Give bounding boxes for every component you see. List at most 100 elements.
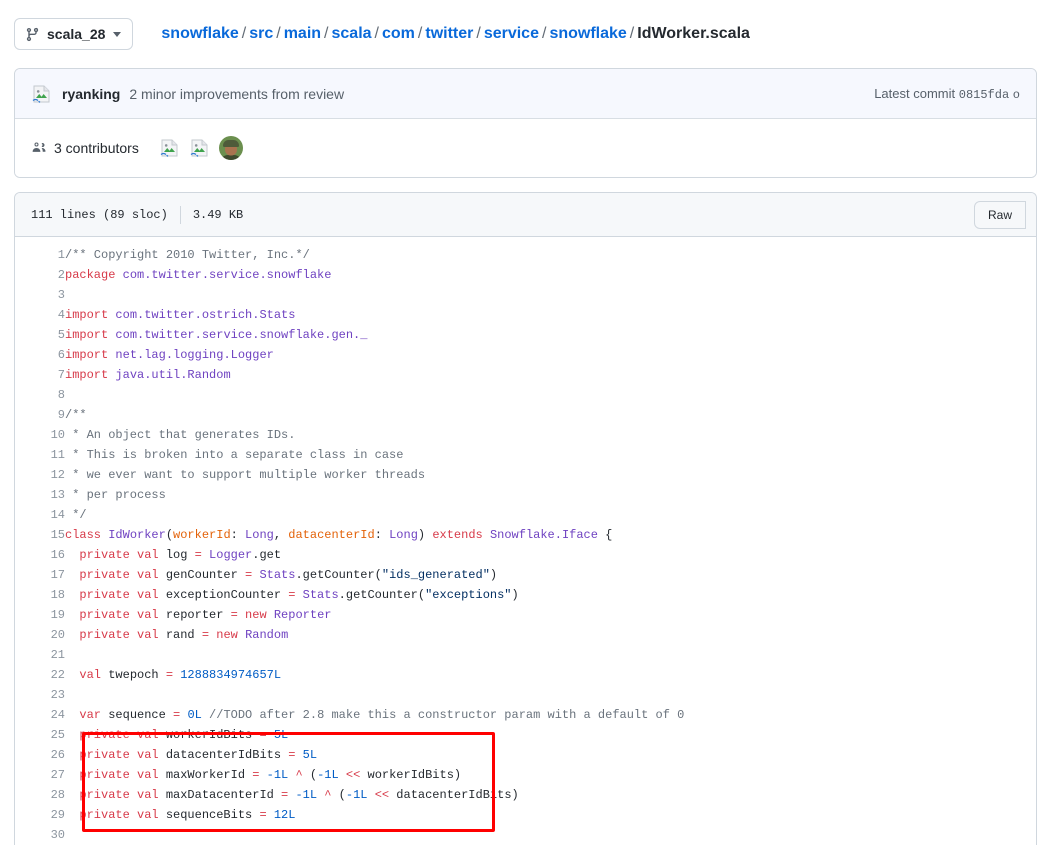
code-token: 12L — [273, 808, 296, 822]
code-token: 5L — [273, 728, 289, 742]
code-token: ) — [489, 568, 498, 582]
code-line: 6 import net.lag.logging.Logger — [15, 345, 1036, 365]
breadcrumb-link-1[interactable]: src — [249, 25, 273, 42]
code-token: { — [597, 528, 613, 542]
file-meta: 111 lines (89 sloc) 3.49 KB — [31, 205, 243, 224]
line-number[interactable]: 8 — [15, 385, 65, 405]
line-content: private val workerIdBits = 5L — [65, 725, 1036, 745]
line-number[interactable]: 3 — [15, 285, 65, 305]
code-token: -1L — [317, 768, 339, 782]
line-number[interactable]: 6 — [15, 345, 65, 365]
code-line: 23 — [15, 685, 1036, 705]
breadcrumb-link-0[interactable]: snowflake — [161, 25, 238, 42]
line-number[interactable]: 23 — [15, 685, 65, 705]
code-token: "exceptions" — [425, 588, 512, 602]
branch-name-label: scala_28 — [47, 26, 106, 42]
breadcrumb-link-6[interactable]: service — [484, 25, 539, 42]
code-line: 16 private val log = Logger.get — [15, 545, 1036, 565]
branch-selector-button[interactable]: scala_28 — [14, 18, 134, 50]
line-content: package com.twitter.service.snowflake — [65, 265, 1036, 285]
code-token: = — [230, 608, 238, 622]
code-token: * per process — [65, 488, 166, 502]
code-token: = — [194, 548, 202, 562]
breadcrumb-current-file: IdWorker.scala — [637, 24, 750, 42]
code-token: = — [259, 728, 267, 742]
code-token: .getCounter( — [338, 588, 426, 602]
line-number[interactable]: 10 — [15, 425, 65, 445]
code-line: 7 import java.util.Random — [15, 365, 1036, 385]
broken-image-icon[interactable] — [189, 137, 211, 159]
line-number[interactable]: 17 — [15, 565, 65, 585]
line-number[interactable]: 19 — [15, 605, 65, 625]
line-number[interactable]: 7 — [15, 365, 65, 385]
line-number[interactable]: 24 — [15, 705, 65, 725]
code-token: workerIdBits) — [360, 768, 462, 782]
broken-image-icon[interactable] — [159, 137, 181, 159]
code-token: reporter — [158, 608, 231, 622]
contributors-link[interactable]: 3 contributors — [31, 139, 139, 158]
breadcrumb-link-5[interactable]: twitter — [425, 25, 473, 42]
line-number[interactable]: 15 — [15, 525, 65, 545]
line-content: val twepoch = 1288834974657L — [65, 665, 1036, 685]
code-line: 1/** Copyright 2010 Twitter, Inc.*/ — [15, 245, 1036, 265]
code-token: 1288834974657L — [180, 668, 282, 682]
code-token: .getCounter( — [295, 568, 382, 582]
code-token: maxWorkerId — [158, 768, 253, 782]
line-number[interactable]: 13 — [15, 485, 65, 505]
line-number[interactable]: 16 — [15, 545, 65, 565]
commit-sha[interactable]: 0815fda — [959, 88, 1009, 102]
line-number[interactable]: 12 — [15, 465, 65, 485]
line-content — [65, 285, 1036, 305]
commit-message[interactable]: 2 minor improvements from review — [129, 86, 344, 102]
code-line: 25 private val workerIdBits = 5L — [15, 725, 1036, 745]
line-number[interactable]: 25 — [15, 725, 65, 745]
line-content: /** Copyright 2010 Twitter, Inc.*/ — [65, 245, 1036, 265]
code-token: /** Copyright 2010 Twitter, Inc.*/ — [65, 248, 310, 262]
code-token: datacenterId — [288, 528, 375, 542]
code-token: Random — [245, 628, 289, 642]
line-number[interactable]: 18 — [15, 585, 65, 605]
latest-commit-card: ryanking 2 minor improvements from revie… — [14, 68, 1037, 178]
code-token: Reporter — [273, 608, 332, 622]
line-number[interactable]: 14 — [15, 505, 65, 525]
code-line: 15 class IdWorker(workerId: Long, datacen… — [15, 525, 1036, 545]
breadcrumb-link-7[interactable]: snowflake — [549, 25, 626, 42]
line-number[interactable]: 5 — [15, 325, 65, 345]
code-token: private val — [79, 748, 159, 762]
code-token: << — [374, 788, 390, 802]
line-content: * This is broken into a separate class i… — [65, 445, 1036, 465]
line-number[interactable]: 9 — [15, 405, 65, 425]
code-line: 3 — [15, 285, 1036, 305]
breadcrumb-link-4[interactable]: com — [382, 25, 415, 42]
code-token: Long — [389, 528, 418, 542]
code-token: : — [230, 528, 246, 542]
line-number[interactable]: 21 — [15, 645, 65, 665]
line-content: private val exceptionCounter = Stats.get… — [65, 585, 1036, 605]
line-number[interactable]: 27 — [15, 765, 65, 785]
commit-author-name[interactable]: ryanking — [62, 86, 120, 102]
breadcrumb-link-2[interactable]: main — [284, 25, 321, 42]
code-token: * An object that generates IDs. — [65, 428, 296, 442]
line-number[interactable]: 4 — [15, 305, 65, 325]
code-token: sequence — [101, 708, 174, 722]
breadcrumb-separator: / — [417, 24, 423, 42]
line-number[interactable]: 1 — [15, 245, 65, 265]
line-content: private val log = Logger.get — [65, 545, 1036, 565]
code-token: import — [65, 368, 109, 382]
avatar[interactable] — [218, 136, 243, 160]
raw-button[interactable]: Raw — [973, 200, 1026, 229]
code-token: extends — [432, 528, 483, 542]
line-number[interactable]: 28 — [15, 785, 65, 805]
line-number[interactable]: 26 — [15, 745, 65, 765]
line-number[interactable]: 11 — [15, 445, 65, 465]
line-number[interactable]: 30 — [15, 825, 65, 845]
code-token: Snowflake.Iface — [489, 528, 598, 542]
line-number[interactable]: 20 — [15, 625, 65, 645]
branch-icon — [25, 27, 40, 42]
code-token: private val — [79, 628, 159, 642]
line-number[interactable]: 29 — [15, 805, 65, 825]
line-number[interactable]: 2 — [15, 265, 65, 285]
breadcrumb-link-3[interactable]: scala — [332, 25, 372, 42]
line-number[interactable]: 22 — [15, 665, 65, 685]
